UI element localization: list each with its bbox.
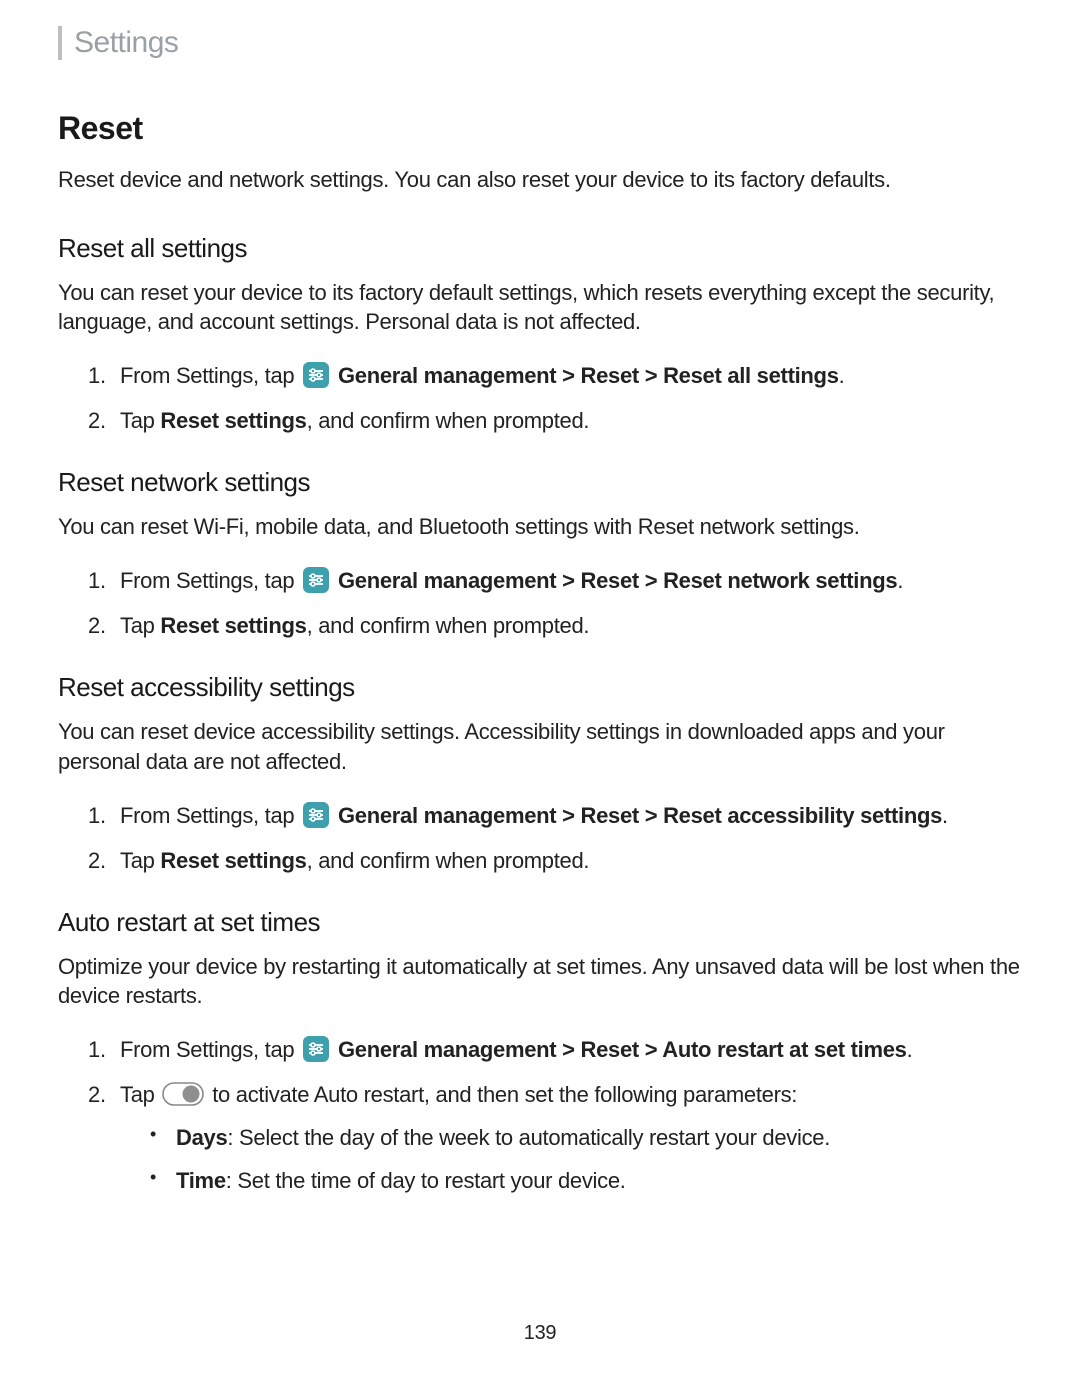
step-text: From Settings, tap <box>120 363 300 388</box>
section-reset-all: Reset all settings You can reset your de… <box>58 233 1022 438</box>
list-item: Time: Set the time of day to restart you… <box>120 1164 1022 1197</box>
step-text: Tap <box>120 848 160 873</box>
emphasis-label: Reset settings <box>160 408 306 433</box>
step-text: Tap <box>120 408 160 433</box>
breadcrumb-path: General management > Reset > Auto restar… <box>332 1037 906 1062</box>
step-text: From Settings, tap <box>120 568 300 593</box>
list-item: From Settings, tap General management > … <box>58 359 1022 392</box>
list-item: Tap Reset settings, and confirm when pro… <box>58 404 1022 437</box>
list-item: Tap to activate Auto restart, and then s… <box>58 1078 1022 1197</box>
settings-sliders-icon <box>303 802 329 828</box>
step-text: Tap <box>120 613 160 638</box>
section-auto-restart: Auto restart at set times Optimize your … <box>58 907 1022 1198</box>
step-text: . <box>897 568 903 593</box>
settings-sliders-icon <box>303 1036 329 1062</box>
section-reset-accessibility: Reset accessibility settings You can res… <box>58 672 1022 877</box>
heading-reset-accessibility: Reset accessibility settings <box>58 672 1022 703</box>
step-text: , and confirm when prompted. <box>307 408 590 433</box>
toggle-switch-icon <box>162 1082 204 1106</box>
desc-auto-restart: Optimize your device by restarting it au… <box>58 952 1022 1011</box>
bullet-label: Days <box>176 1125 227 1150</box>
step-text: From Settings, tap <box>120 1037 300 1062</box>
intro-paragraph: Reset device and network settings. You c… <box>58 165 1022 195</box>
breadcrumb-path: General management > Reset > Reset acces… <box>332 803 942 828</box>
emphasis-label: Reset settings <box>160 848 306 873</box>
desc-reset-accessibility: You can reset device accessibility setti… <box>58 717 1022 776</box>
step-text: . <box>942 803 948 828</box>
step-text: , and confirm when prompted. <box>307 613 590 638</box>
page-title: Reset <box>58 110 1022 147</box>
breadcrumb-path: General management > Reset > Reset netwo… <box>332 568 897 593</box>
desc-reset-all: You can reset your device to its factory… <box>58 278 1022 337</box>
heading-reset-all: Reset all settings <box>58 233 1022 264</box>
step-text: . <box>839 363 845 388</box>
heading-reset-network: Reset network settings <box>58 467 1022 498</box>
step-text: From Settings, tap <box>120 803 300 828</box>
bullet-label: Time <box>176 1168 226 1193</box>
settings-sliders-icon <box>303 567 329 593</box>
step-text: , and confirm when prompted. <box>307 848 590 873</box>
breadcrumb-path: General management > Reset > Reset all s… <box>332 363 838 388</box>
page-number: 139 <box>0 1322 1080 1345</box>
step-text: . <box>907 1037 913 1062</box>
list-item: Days: Select the day of the week to auto… <box>120 1121 1022 1154</box>
section-reset-network: Reset network settings You can reset Wi-… <box>58 467 1022 642</box>
settings-sliders-icon <box>303 362 329 388</box>
desc-reset-network: You can reset Wi-Fi, mobile data, and Bl… <box>58 512 1022 542</box>
step-text: Tap <box>120 1082 160 1107</box>
list-item: From Settings, tap General management > … <box>58 1033 1022 1066</box>
list-item: From Settings, tap General management > … <box>58 564 1022 597</box>
list-item: Tap Reset settings, and confirm when pro… <box>58 844 1022 877</box>
step-text: to activate Auto restart, and then set t… <box>206 1082 797 1107</box>
list-item: From Settings, tap General management > … <box>58 799 1022 832</box>
header-section-tab: Settings <box>58 26 1022 60</box>
emphasis-label: Reset settings <box>160 613 306 638</box>
bullet-text: : Select the day of the week to automati… <box>227 1125 830 1150</box>
list-item: Tap Reset settings, and confirm when pro… <box>58 609 1022 642</box>
bullet-text: : Set the time of day to restart your de… <box>226 1168 626 1193</box>
heading-auto-restart: Auto restart at set times <box>58 907 1022 938</box>
